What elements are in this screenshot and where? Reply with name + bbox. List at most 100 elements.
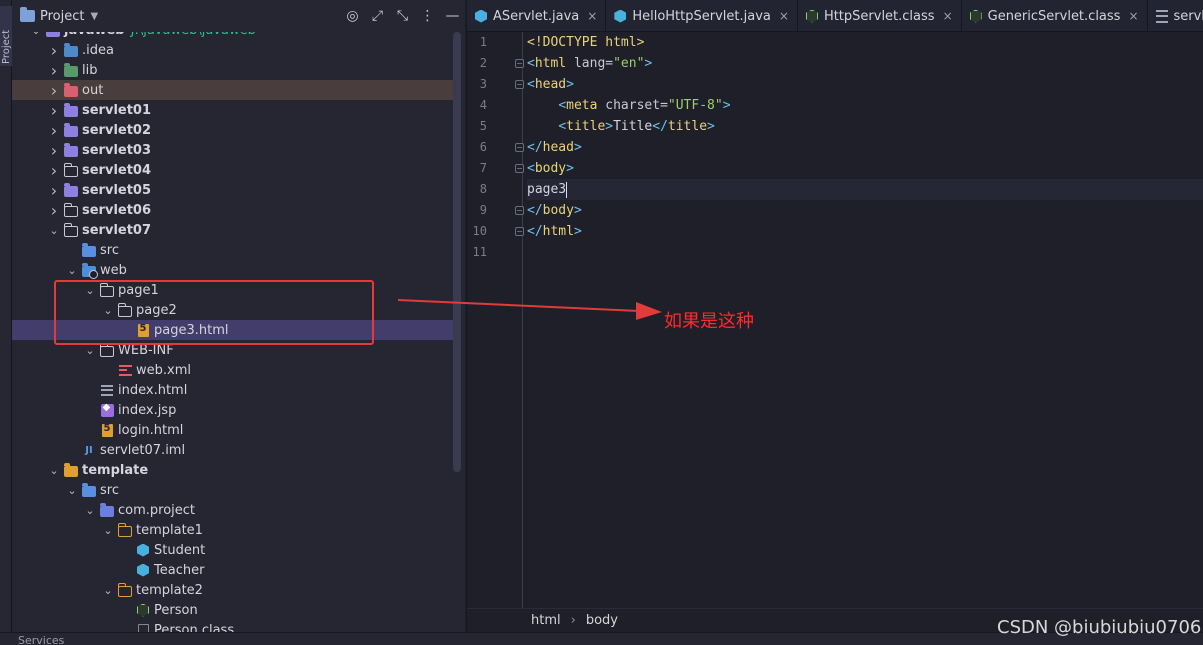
tree-item-person[interactable]: Person <box>12 600 453 620</box>
chevron-down-icon[interactable]: ⌄ <box>48 220 60 240</box>
chevron-down-icon[interactable]: ⌄ <box>48 460 60 480</box>
tree-item-login-html[interactable]: login.html <box>12 420 453 440</box>
source-folder-icon <box>82 482 96 497</box>
chevron-down-icon[interactable]: ⌄ <box>102 520 114 540</box>
tree-item-icon <box>63 222 78 237</box>
chevron-down-icon[interactable]: ⌄ <box>66 260 78 280</box>
close-icon[interactable]: × <box>1128 9 1138 23</box>
tree-item-src[interactable]: ⌄ src <box>12 480 453 500</box>
chevron-down-icon[interactable]: ▼ <box>90 11 98 22</box>
module-folder-icon <box>64 122 78 137</box>
tab-httpservlet-class[interactable]: HttpServlet.class × <box>798 0 962 31</box>
tree-item-servlet07[interactable]: ⌄ servlet07 <box>12 220 453 240</box>
project-tool-window-button[interactable]: Project <box>0 6 12 66</box>
chevron-right-icon[interactable]: › <box>48 120 60 140</box>
tab-label: GenericServlet.class <box>987 8 1121 24</box>
tab-servlet07-index[interactable]: servlet07\...\index. <box>1148 0 1203 31</box>
tree-item-servlet07-iml[interactable]: JI servlet07.iml <box>12 440 453 460</box>
chevron-down-icon[interactable]: ⌄ <box>66 480 78 500</box>
tree-item-servlet06[interactable]: › servlet06 <box>12 200 453 220</box>
tree-item-icon <box>136 543 150 557</box>
code-token: > <box>605 119 614 134</box>
locate-file-icon[interactable]: ◎ <box>340 8 365 24</box>
fold-icon[interactable]: − <box>515 143 524 152</box>
code-token: < <box>527 161 535 176</box>
chevron-right-icon[interactable]: › <box>48 160 60 180</box>
tree-item-servlet02[interactable]: › servlet02 <box>12 120 453 140</box>
tree-item-web-xml[interactable]: web.xml <box>12 360 453 380</box>
tab-hellohttpservlet-java[interactable]: HelloHttpServlet.java × <box>606 0 798 31</box>
tree-item-servlet03[interactable]: › servlet03 <box>12 140 453 160</box>
tree-item-src[interactable]: src <box>12 240 453 260</box>
close-icon[interactable]: × <box>943 9 953 23</box>
close-icon[interactable]: × <box>587 9 597 23</box>
chevron-right-icon[interactable]: › <box>48 200 60 220</box>
code-line: page3 <box>527 179 1203 200</box>
tree-item-web[interactable]: ⌄ web <box>12 260 453 280</box>
code-token: > <box>722 98 731 113</box>
chevron-right-icon[interactable]: › <box>48 100 60 120</box>
code-token: </ <box>527 203 543 218</box>
breadcrumb-html[interactable]: html <box>531 613 561 628</box>
code-token: < <box>558 98 567 113</box>
breadcrumb-body[interactable]: body <box>586 613 618 628</box>
tree-item-label: servlet03 <box>82 142 152 158</box>
tree-item-out[interactable]: › out <box>12 80 453 100</box>
line-number: 1 <box>479 35 487 49</box>
tree-item-servlet04[interactable]: › servlet04 <box>12 160 453 180</box>
chevron-right-icon[interactable]: › <box>48 180 60 200</box>
code-line: <!DOCTYPE html> <box>527 32 1203 53</box>
chevron-right-icon[interactable]: › <box>48 60 60 80</box>
fold-icon[interactable]: − <box>515 59 524 68</box>
tree-item-icon <box>117 582 132 597</box>
collapse-all-icon[interactable]: ⤡ <box>390 8 415 24</box>
hide-panel-icon[interactable]: — <box>440 8 465 24</box>
tree-item-lib[interactable]: › lib <box>12 60 453 80</box>
tab-label: HttpServlet.class <box>823 8 935 24</box>
tree-item-icon <box>118 363 132 377</box>
code-editor[interactable]: <!DOCTYPE html> <html lang="en"> <head> <m… <box>527 32 1203 608</box>
source-folder-icon <box>82 242 96 257</box>
tab-genericservlet-class[interactable]: GenericServlet.class × <box>962 0 1148 31</box>
fold-icon[interactable]: − <box>515 227 524 236</box>
tree-item-com-project[interactable]: ⌄ com.project <box>12 500 453 520</box>
services-tab[interactable]: Services <box>18 634 64 645</box>
module-folder-icon <box>64 142 78 157</box>
lines-file-icon <box>1155 9 1168 23</box>
folder-icon <box>63 202 78 217</box>
tree-scrollbar[interactable] <box>453 32 461 472</box>
close-icon[interactable]: × <box>779 9 789 23</box>
code-token: body <box>542 203 574 218</box>
tree-item-icon <box>117 522 132 537</box>
expand-all-icon[interactable]: ⤢ <box>365 8 390 24</box>
tree-item-index-html[interactable]: index.html <box>12 380 453 400</box>
tree-item-student[interactable]: Student <box>12 540 453 560</box>
tree-item-label: servlet06 <box>82 202 152 218</box>
fold-icon[interactable]: − <box>515 80 524 89</box>
tree-item-teacher[interactable]: Teacher <box>12 560 453 580</box>
tree-item-index-jsp[interactable]: index.jsp <box>12 400 453 420</box>
tree-item-person-class[interactable]: Person.class <box>12 620 453 632</box>
code-token: head <box>534 77 567 92</box>
fold-icon[interactable]: − <box>515 164 524 173</box>
chevron-down-icon[interactable]: ⌄ <box>102 580 114 600</box>
fold-icon[interactable]: − <box>515 206 524 215</box>
tree-item-servlet01[interactable]: › servlet01 <box>12 100 453 120</box>
jsp-file-icon <box>100 402 114 417</box>
chevron-right-icon[interactable]: › <box>48 40 60 60</box>
tree-item-idea[interactable]: › .idea <box>12 40 453 60</box>
tree-item-template2[interactable]: ⌄ template2 <box>12 580 453 600</box>
tab-aservlet-java[interactable]: AServlet.java × <box>467 0 607 31</box>
tree-item-servlet05[interactable]: › servlet05 <box>12 180 453 200</box>
chevron-down-icon[interactable]: ⌄ <box>84 500 96 520</box>
text-caret <box>566 181 568 198</box>
options-menu-icon[interactable]: ⋮ <box>415 8 440 24</box>
tree-item-template1[interactable]: ⌄ template1 <box>12 520 453 540</box>
chevron-right-icon[interactable]: › <box>48 140 60 160</box>
tree-item-template[interactable]: ⌄ template <box>12 460 453 480</box>
tool-window-stripe: Project <box>0 0 12 632</box>
project-view-selector[interactable]: Project <box>40 9 84 24</box>
chevron-right-icon[interactable]: › <box>48 80 60 100</box>
tree-item-label: servlet04 <box>82 162 152 178</box>
